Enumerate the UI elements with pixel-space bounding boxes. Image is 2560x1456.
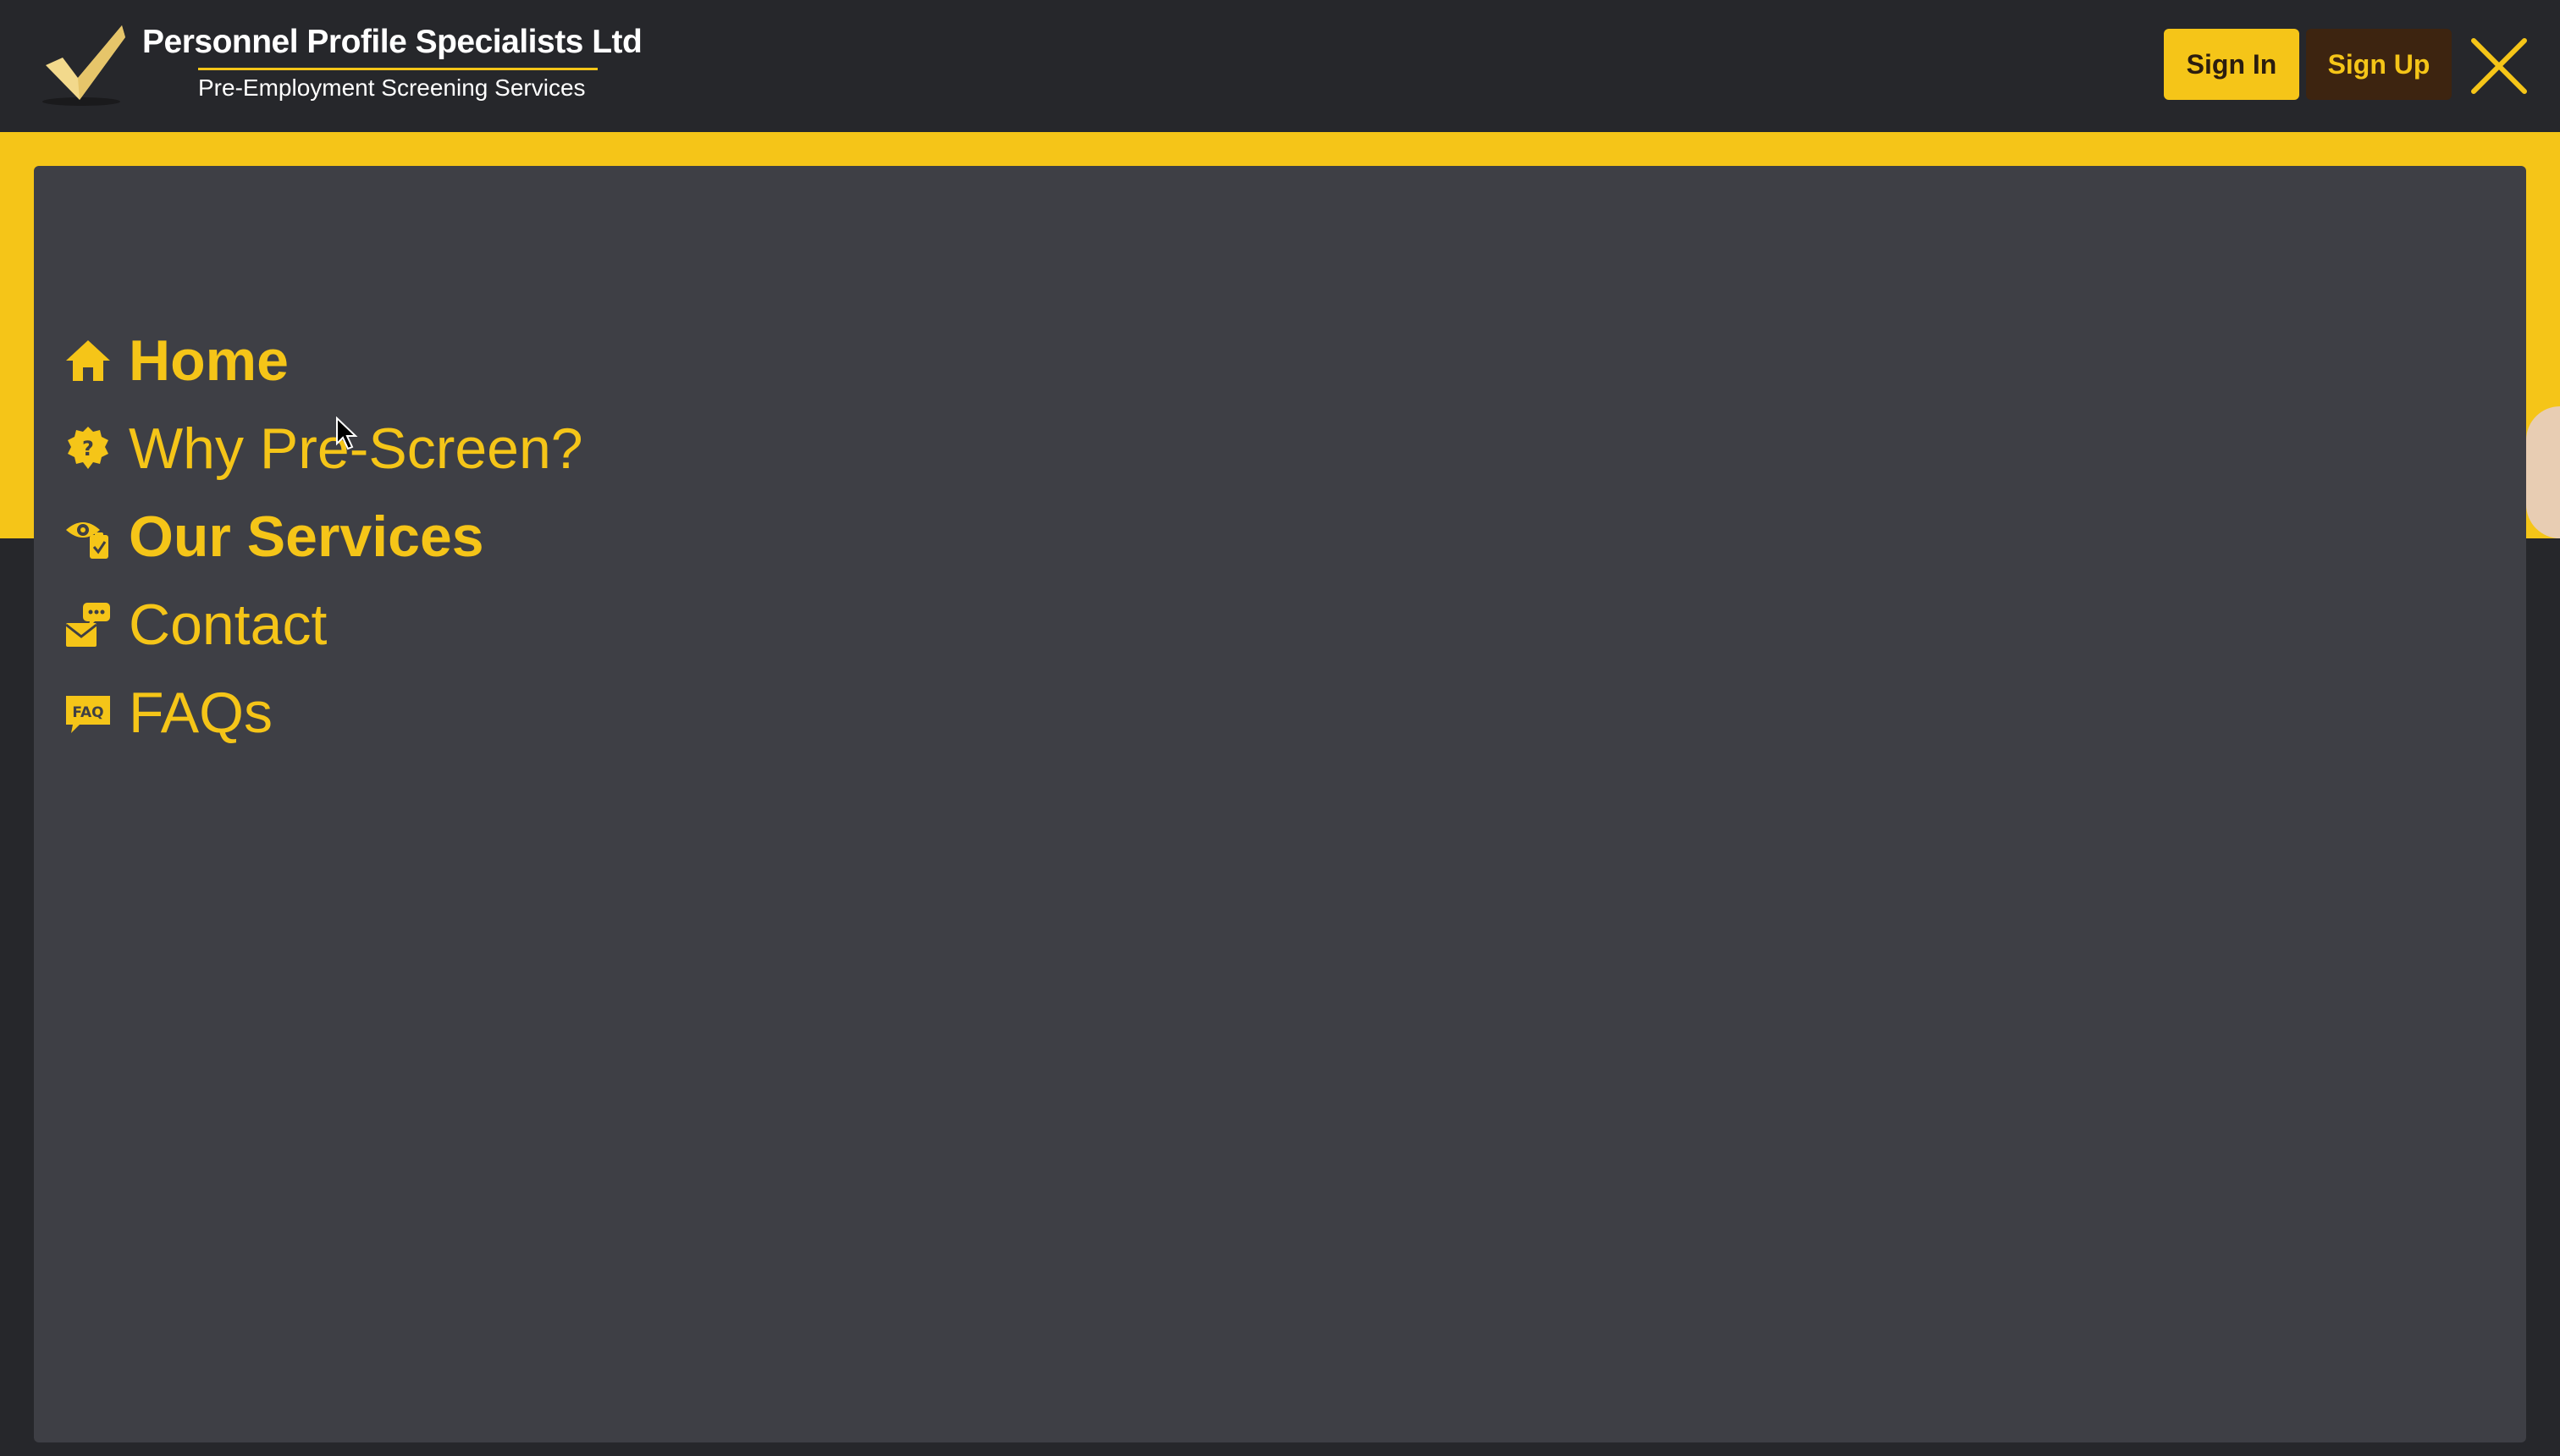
top-navigation-bar: Personnel Profile Specialists Ltd Pre-Em… (0, 0, 2560, 132)
eye-clipboard-icon (66, 522, 108, 559)
mail-chat-icon (65, 603, 110, 647)
mouse-cursor-icon (336, 416, 358, 450)
nav-item-our-services[interactable]: Our Services (64, 496, 484, 577)
hero-image-edge (2526, 406, 2560, 538)
navigation-menu-panel: Home ? Why Pre-Screen? Our Services Cont… (34, 166, 2526, 1442)
checkmark-logo-icon[interactable] (37, 19, 130, 112)
question-badge-icon: ? (68, 427, 108, 469)
faq-icon: FAQ (66, 696, 110, 733)
sign-in-button[interactable]: Sign In (2164, 29, 2299, 100)
brand-title[interactable]: Personnel Profile Specialists Ltd (142, 24, 667, 61)
brand-divider (198, 68, 598, 70)
nav-item-label: Our Services (129, 505, 484, 569)
nav-item-label: FAQs (129, 681, 273, 745)
nav-item-contact[interactable]: Contact (64, 584, 327, 665)
nav-item-label: Home (129, 328, 289, 393)
nav-item-label: Contact (129, 593, 328, 657)
sign-up-button[interactable]: Sign Up (2306, 29, 2452, 100)
home-icon (66, 340, 110, 381)
svg-text:?: ? (82, 437, 94, 461)
nav-item-faqs[interactable]: FAQ FAQs (64, 672, 273, 753)
nav-item-home[interactable]: Home (64, 320, 289, 401)
brand-subtitle: Pre-Employment Screening Services (198, 74, 586, 101)
svg-text:FAQ: FAQ (72, 704, 103, 721)
nav-item-why-pre-screen[interactable]: ? Why Pre-Screen? (64, 408, 583, 489)
close-icon[interactable] (2465, 32, 2533, 100)
